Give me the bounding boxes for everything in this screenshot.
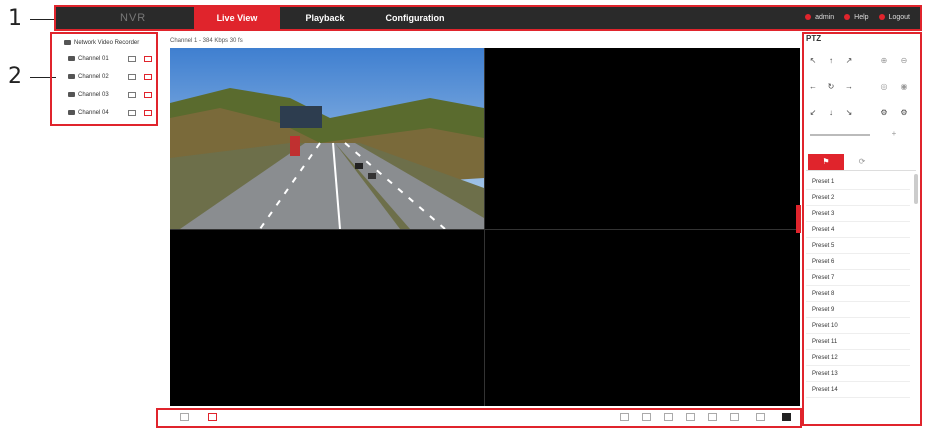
highway-video-frame [170,48,484,229]
callout-4-box [802,32,922,426]
channel-info: Channel 1 - 384 Kbps 30 fs [170,38,243,44]
callout-2-box [50,32,158,126]
callout-1-box [54,5,922,31]
grid-divider-vertical [484,48,485,406]
video-pane-1[interactable] [170,48,484,229]
grid-divider-horizontal [170,229,800,230]
ptz-collapse-handle[interactable] [796,205,801,233]
callout-1: 1 [8,6,22,31]
callout-3-box [156,408,802,428]
callout-2: 2 [8,64,22,89]
callout-1-line [30,19,56,20]
